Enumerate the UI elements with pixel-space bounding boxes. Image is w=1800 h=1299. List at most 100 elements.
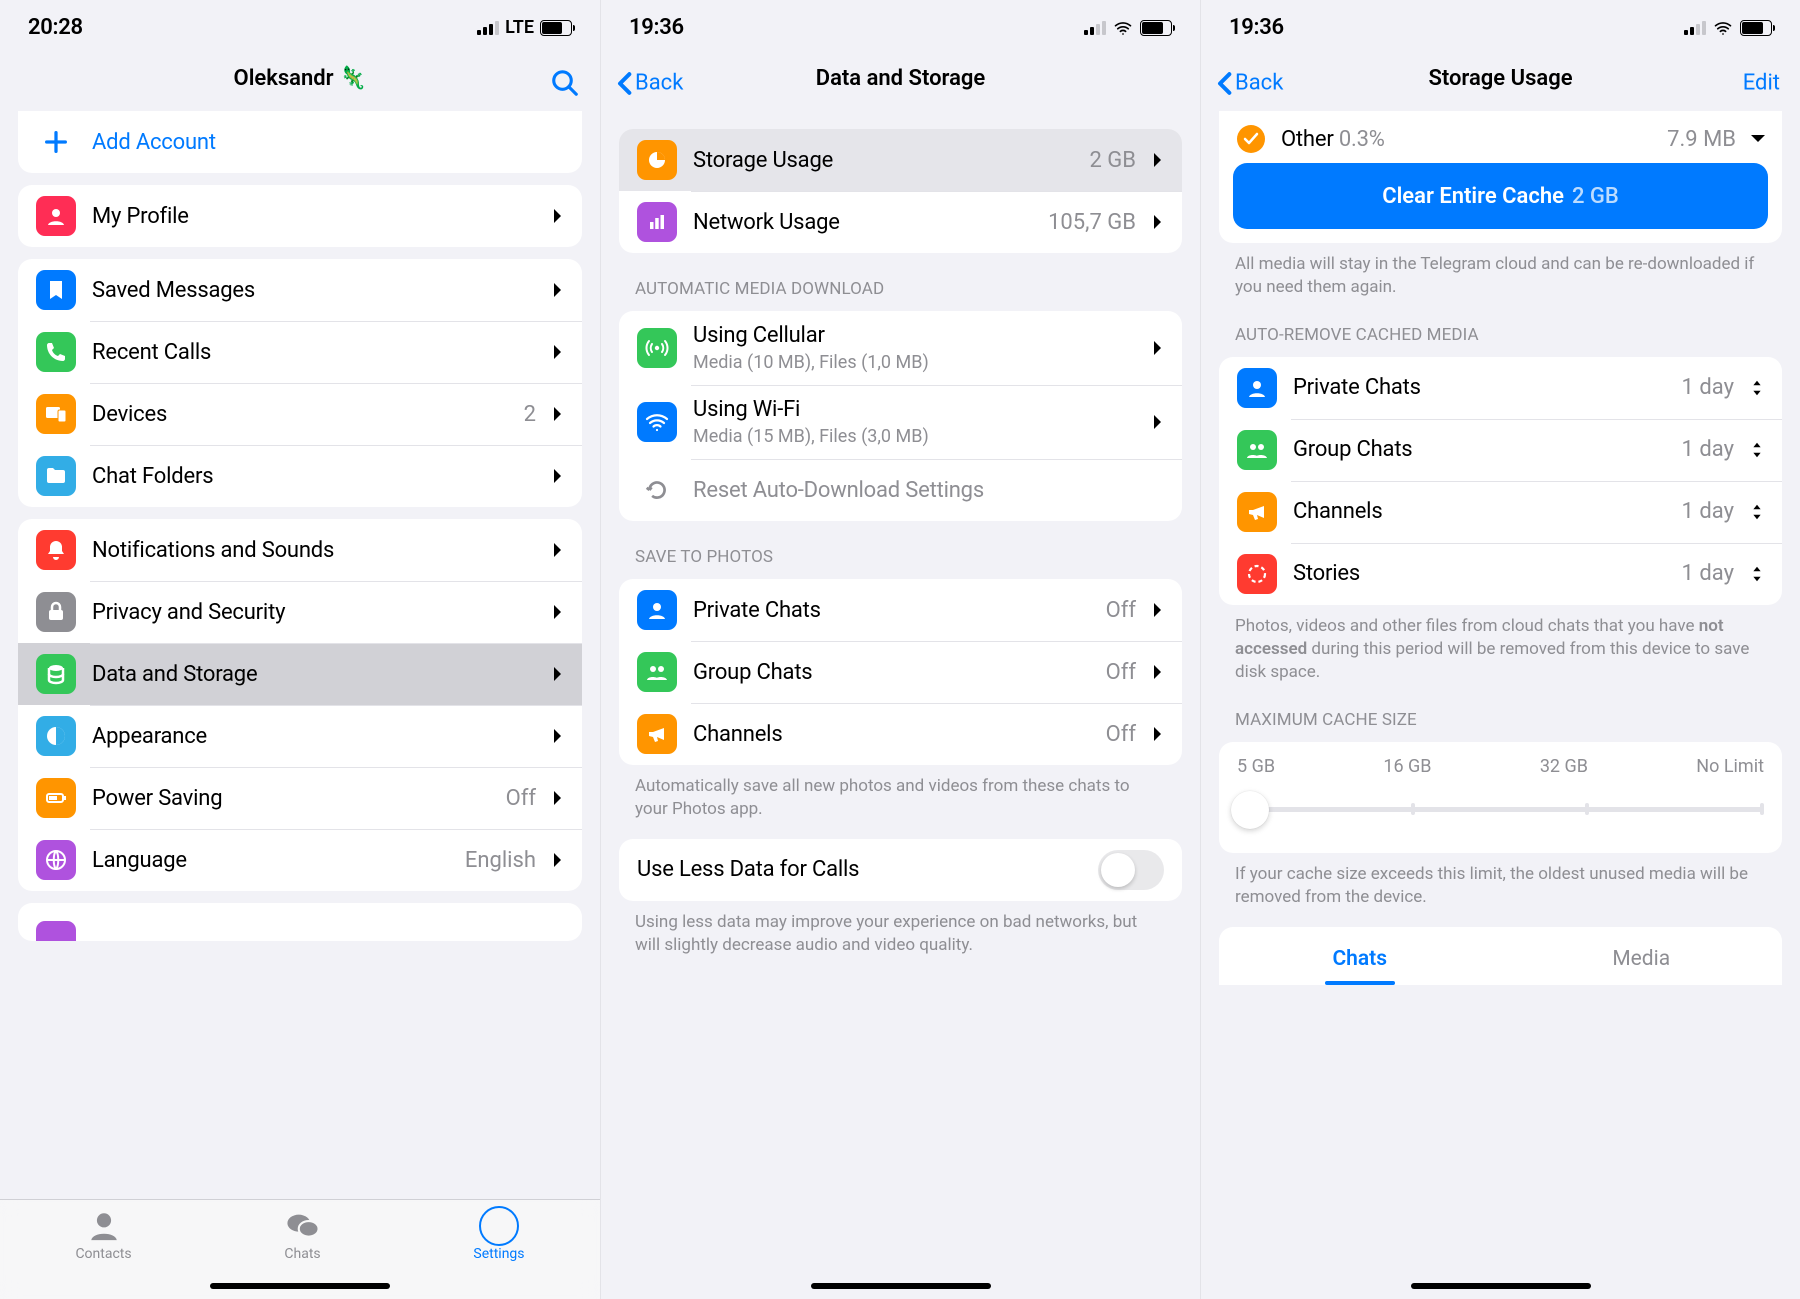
chevron-down-icon: [1749, 133, 1767, 145]
other-category-row[interactable]: Other 0.3% 7.9 MB: [1219, 111, 1782, 163]
network-usage-cell[interactable]: Network Usage 105,7 GB: [619, 191, 1182, 253]
status-time: 19:36: [629, 15, 684, 40]
page-title: Data and Storage: [816, 66, 986, 91]
save-private-chats-cell[interactable]: Private Chats Off: [619, 579, 1182, 641]
using-cellular-sub: Media (10 MB), Files (1,0 MB): [693, 352, 1136, 373]
tab-settings-label: Settings: [473, 1246, 524, 1262]
antenna-icon: [637, 328, 677, 368]
chevron-right-icon: [552, 789, 564, 807]
back-button[interactable]: Back: [1215, 71, 1283, 96]
clear-cache-button[interactable]: Clear Entire Cache 2 GB: [1233, 163, 1768, 229]
use-less-data-switch[interactable]: [1098, 850, 1164, 890]
using-cellular-cell[interactable]: Using Cellular Media (10 MB), Files (1,0…: [619, 311, 1182, 385]
autoremove-channels-cell[interactable]: Channels 1 day: [1219, 481, 1782, 543]
wifi-icon: [1712, 19, 1734, 37]
stories-icon: [1237, 554, 1277, 594]
slider-label-1: 16 GB: [1383, 756, 1431, 777]
devices-label: Devices: [92, 402, 508, 427]
autoremove-group-cell[interactable]: Group Chats 1 day: [1219, 419, 1782, 481]
clear-footer: All media will stay in the Telegram clou…: [1235, 253, 1766, 299]
seg-tab-chats[interactable]: Chats: [1219, 947, 1501, 985]
max-cache-slider[interactable]: [1237, 791, 1764, 829]
my-profile-cell[interactable]: My Profile: [18, 185, 582, 247]
appearance-label: Appearance: [92, 724, 536, 749]
battery-icon: [540, 20, 572, 36]
power-saving-label: Power Saving: [92, 786, 490, 811]
next-group-peek-cell[interactable]: [18, 903, 582, 941]
slider-knob[interactable]: [1231, 791, 1269, 829]
home-indicator[interactable]: [210, 1283, 390, 1289]
bar-chart-icon: [637, 202, 677, 242]
tab-settings[interactable]: Settings: [473, 1208, 524, 1299]
appearance-cell[interactable]: Appearance: [18, 705, 582, 767]
max-cache-footer: If your cache size exceeds this limit, t…: [1235, 863, 1766, 909]
chat-folders-cell[interactable]: Chat Folders: [18, 445, 582, 507]
person-icon: [637, 590, 677, 630]
other-label: Other 0.3%: [1281, 127, 1651, 152]
group-icon: [1237, 430, 1277, 470]
chevron-right-icon: [552, 207, 564, 225]
autoremove-private-cell[interactable]: Private Chats 1 day: [1219, 357, 1782, 419]
chevron-right-icon: [1152, 663, 1164, 681]
edit-button[interactable]: Edit: [1743, 71, 1780, 96]
storage-usage-cell[interactable]: Storage Usage 2 GB: [619, 129, 1182, 191]
notifications-cell[interactable]: Notifications and Sounds: [18, 519, 582, 581]
slider-label-3: No Limit: [1696, 756, 1764, 777]
less-data-footer: Using less data may improve your experie…: [635, 911, 1166, 957]
other-checkbox[interactable]: [1237, 125, 1265, 153]
saved-messages-cell[interactable]: Saved Messages: [18, 259, 582, 321]
privacy-cell[interactable]: Privacy and Security: [18, 581, 582, 643]
status-bar: 20:28 LTE: [0, 0, 600, 55]
page-title: Oleksandr 🦎: [234, 66, 367, 91]
status-time: 19:36: [1229, 15, 1284, 40]
max-cache-header: MAXIMUM CACHE SIZE: [1235, 710, 1766, 730]
home-indicator[interactable]: [811, 1283, 991, 1289]
home-indicator[interactable]: [1411, 1283, 1591, 1289]
save-private-value: Off: [1106, 598, 1136, 623]
back-button[interactable]: Back: [615, 71, 683, 96]
devices-icon: [36, 394, 76, 434]
storage-usage-value: 2 GB: [1089, 148, 1136, 173]
data-storage-cell[interactable]: Data and Storage: [18, 643, 582, 705]
language-value: English: [465, 848, 536, 873]
save-private-label: Private Chats: [693, 598, 1090, 623]
autoremove-stories-cell[interactable]: Stories 1 day: [1219, 543, 1782, 605]
nav-bar: Back Storage Usage Edit: [1201, 55, 1800, 111]
chevron-left-icon: [1215, 71, 1233, 95]
privacy-label: Privacy and Security: [92, 600, 536, 625]
use-less-data-cell[interactable]: Use Less Data for Calls: [619, 839, 1182, 901]
folder-icon: [36, 456, 76, 496]
using-wifi-sub: Media (15 MB), Files (3,0 MB): [693, 426, 1136, 447]
tab-contacts[interactable]: Contacts: [75, 1208, 131, 1299]
page-title: Storage Usage: [1428, 66, 1572, 91]
save-group-chats-cell[interactable]: Group Chats Off: [619, 641, 1182, 703]
chevron-right-icon: [1152, 413, 1164, 431]
battery-icon: [1140, 20, 1172, 36]
auto-remove-footer: Photos, videos and other files from clou…: [1235, 615, 1766, 684]
save-group-label: Group Chats: [693, 660, 1090, 685]
clear-cache-size: 2 GB: [1572, 184, 1619, 209]
settings-avatar-icon: [479, 1208, 519, 1244]
other-size: 7.9 MB: [1667, 127, 1736, 152]
reset-auto-download-cell[interactable]: Reset Auto-Download Settings: [619, 459, 1182, 521]
add-account-cell[interactable]: Add Account: [18, 111, 582, 173]
autoremove-stories-label: Stories: [1293, 561, 1666, 586]
auto-remove-header: AUTO-REMOVE CACHED MEDIA: [1235, 325, 1766, 345]
chevron-right-icon: [552, 281, 564, 299]
search-icon: [550, 68, 580, 98]
slider-labels: 5 GB 16 GB 32 GB No Limit: [1237, 756, 1764, 777]
search-button[interactable]: [550, 68, 580, 98]
devices-cell[interactable]: Devices 2: [18, 383, 582, 445]
person-icon: [1237, 368, 1277, 408]
recent-calls-cell[interactable]: Recent Calls: [18, 321, 582, 383]
seg-tab-media[interactable]: Media: [1501, 947, 1783, 985]
using-wifi-cell[interactable]: Using Wi-Fi Media (15 MB), Files (3,0 MB…: [619, 385, 1182, 459]
wifi-square-icon: [637, 402, 677, 442]
battery-icon-cell: [36, 778, 76, 818]
save-channels-cell[interactable]: Channels Off: [619, 703, 1182, 765]
using-cellular-label: Using Cellular: [693, 323, 1136, 348]
power-saving-cell[interactable]: Power Saving Off: [18, 767, 582, 829]
language-cell[interactable]: Language English: [18, 829, 582, 891]
profile-icon: [36, 196, 76, 236]
devices-count: 2: [524, 402, 536, 427]
